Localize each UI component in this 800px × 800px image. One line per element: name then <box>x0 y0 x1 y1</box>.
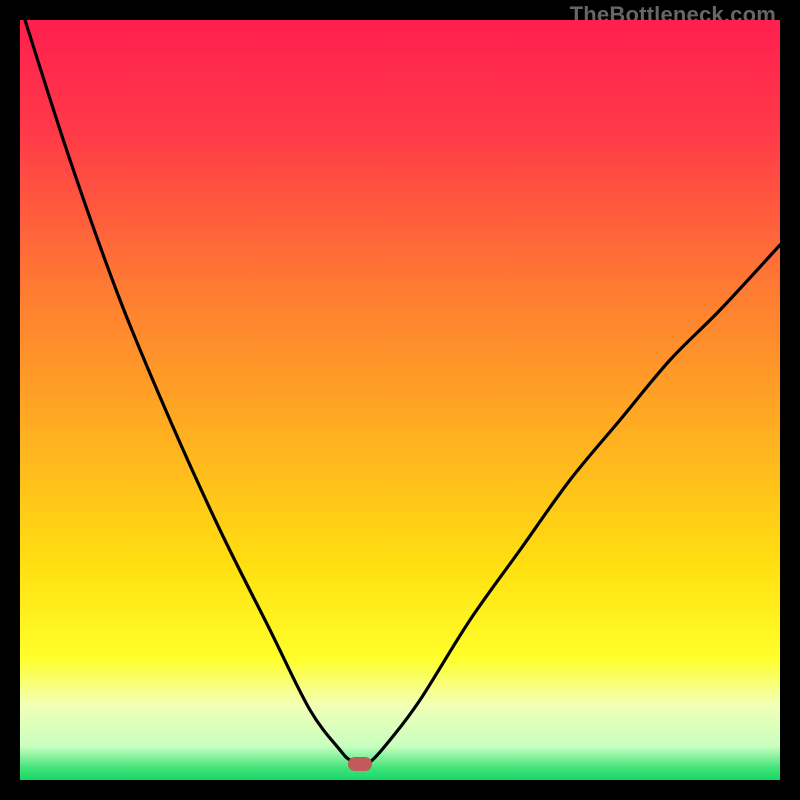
chart-frame: TheBottleneck.com <box>0 0 800 800</box>
plot-area <box>20 20 780 780</box>
optimal-point-marker <box>348 757 372 771</box>
bottleneck-curve <box>20 20 780 780</box>
